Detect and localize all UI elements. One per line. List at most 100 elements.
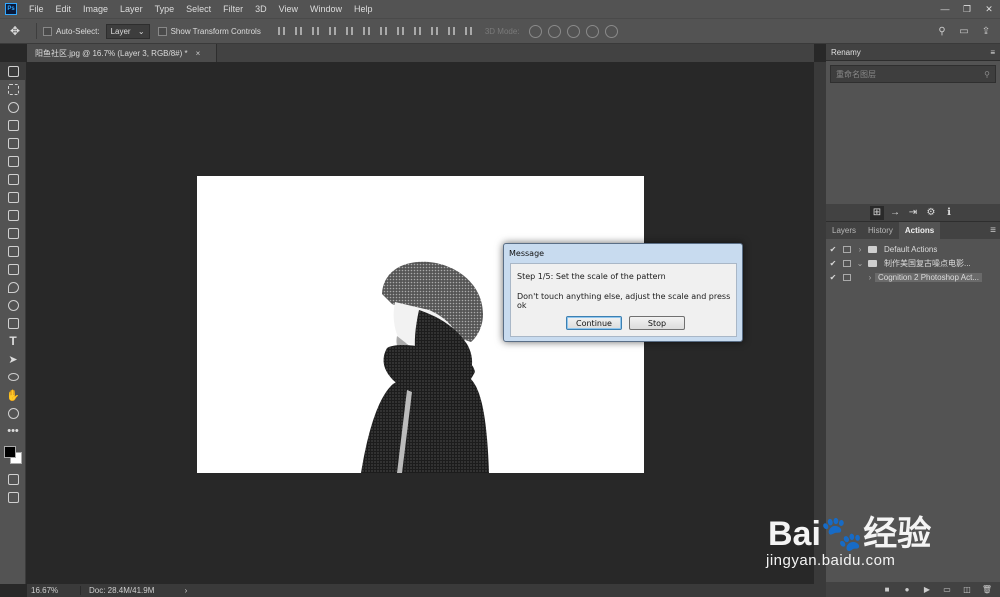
- workspace-icon[interactable]: ▭: [956, 23, 972, 39]
- tab-history[interactable]: History: [862, 222, 899, 239]
- list-item[interactable]: ✔ › Default Actions: [826, 242, 1000, 256]
- trash-icon[interactable]: 🗑: [980, 584, 994, 596]
- stop-icon[interactable]: ■: [880, 584, 894, 596]
- crop-tool[interactable]: [0, 134, 26, 152]
- align-hcenter-icon[interactable]: [345, 26, 354, 36]
- menu-layer[interactable]: Layer: [114, 0, 149, 18]
- stamp-tool[interactable]: [0, 206, 26, 224]
- menu-window[interactable]: Window: [304, 0, 348, 18]
- shape-tool[interactable]: [0, 368, 26, 386]
- align-top-icon[interactable]: [277, 26, 286, 36]
- list-item[interactable]: ✔ › Cognition 2 Photoshop Act...: [826, 270, 1000, 284]
- 3d-pan-icon[interactable]: [566, 24, 580, 38]
- magic-wand-tool[interactable]: [0, 116, 26, 134]
- menu-edit[interactable]: Edit: [50, 0, 78, 18]
- new-action-icon[interactable]: ◫: [960, 584, 974, 596]
- tab-layers[interactable]: Layers: [826, 222, 862, 239]
- 3d-roll-icon[interactable]: [547, 24, 561, 38]
- 3d-slide-icon[interactable]: [585, 24, 599, 38]
- color-swatches[interactable]: [0, 440, 26, 470]
- brush-tool[interactable]: [0, 188, 26, 206]
- minimize-button[interactable]: —: [934, 0, 956, 18]
- menu-image[interactable]: Image: [77, 0, 114, 18]
- distribute-bottom-icon[interactable]: [413, 26, 422, 36]
- foreground-color[interactable]: [4, 446, 16, 458]
- chevron-right-icon[interactable]: ›: [855, 245, 865, 254]
- panel-menu-icon[interactable]: ≡: [990, 225, 996, 236]
- align-left-icon[interactable]: [328, 26, 337, 36]
- dialog-toggle-icon[interactable]: [843, 273, 851, 281]
- gradient-tool[interactable]: [0, 260, 26, 278]
- 3d-orbit-icon[interactable]: [528, 24, 542, 38]
- dodge-tool[interactable]: [0, 296, 26, 314]
- 3d-scale-icon[interactable]: [604, 24, 618, 38]
- chevron-down-icon[interactable]: ⌄: [855, 259, 865, 268]
- search-icon[interactable]: ⚲: [934, 23, 950, 39]
- path-selection-tool[interactable]: ➤: [0, 350, 26, 368]
- search-icon[interactable]: ⚲: [984, 70, 990, 79]
- actions-panel-icon[interactable]: ⊞: [870, 205, 884, 220]
- gear-icon[interactable]: ⚙: [924, 206, 938, 220]
- type-tool[interactable]: T: [0, 332, 26, 350]
- more-tools[interactable]: •••: [0, 422, 26, 440]
- auto-select-dropdown[interactable]: Layer ⌄: [105, 23, 150, 39]
- show-transform-checkbox[interactable]: [157, 26, 167, 36]
- history-brush-tool[interactable]: [0, 224, 26, 242]
- zoom-tool[interactable]: [0, 404, 26, 422]
- menu-filter[interactable]: Filter: [217, 0, 249, 18]
- move-tool-icon[interactable]: ✥: [10, 24, 30, 38]
- zoom-level[interactable]: 16.67%: [27, 586, 81, 595]
- tab-actions[interactable]: Actions: [898, 222, 941, 239]
- menu-3d[interactable]: 3D: [249, 0, 273, 18]
- eraser-tool[interactable]: [0, 242, 26, 260]
- align-vcenter-icon[interactable]: [294, 26, 303, 36]
- menu-type[interactable]: Type: [149, 0, 181, 18]
- pen-tool[interactable]: [0, 314, 26, 332]
- panel-menu-icon[interactable]: ≡: [990, 48, 995, 57]
- record-icon[interactable]: ●: [900, 584, 914, 596]
- play-icon[interactable]: ▶: [920, 584, 934, 596]
- marquee-tool[interactable]: [0, 80, 26, 98]
- restore-button[interactable]: ❐: [956, 0, 978, 18]
- distribute-left-icon[interactable]: [430, 26, 439, 36]
- share-icon[interactable]: ⇪: [978, 23, 994, 39]
- screen-mode-tool[interactable]: [0, 488, 26, 506]
- distribute-top-icon[interactable]: [379, 26, 388, 36]
- close-tab-icon[interactable]: ×: [196, 49, 201, 58]
- menu-view[interactable]: View: [273, 0, 304, 18]
- align-bottom-icon[interactable]: [311, 26, 320, 36]
- lasso-tool[interactable]: [0, 98, 26, 116]
- stop-button[interactable]: Stop: [629, 316, 685, 330]
- menu-help[interactable]: Help: [348, 0, 379, 18]
- checkmark-icon[interactable]: ✔: [826, 259, 840, 268]
- healing-tool[interactable]: [0, 170, 26, 188]
- dialog-toggle-icon[interactable]: [843, 259, 851, 267]
- renamy-search-input[interactable]: 重命名图层 ⚲: [830, 65, 996, 83]
- export-icon[interactable]: ⇥: [906, 206, 920, 220]
- menu-file[interactable]: File: [23, 0, 50, 18]
- marquee-icon: [7, 83, 19, 95]
- distribute-right-icon[interactable]: [464, 26, 473, 36]
- dialog-toggle-icon[interactable]: [843, 245, 851, 253]
- hand-tool[interactable]: ✋: [0, 386, 26, 404]
- move-tool[interactable]: [0, 62, 26, 80]
- close-button[interactable]: ✕: [978, 0, 1000, 18]
- checkmark-icon[interactable]: ✔: [826, 245, 840, 254]
- document-tab[interactable]: 阳鱼社区.jpg @ 16.7% (Layer 3, RGB/8#) * ×: [27, 44, 217, 62]
- distribute-hcenter-icon[interactable]: [447, 26, 456, 36]
- distribute-vcenter-icon[interactable]: [396, 26, 405, 36]
- info-icon[interactable]: ℹ: [942, 206, 956, 220]
- quick-mask-tool[interactable]: [0, 470, 26, 488]
- align-right-icon[interactable]: [362, 26, 371, 36]
- continue-button[interactable]: Continue: [566, 316, 622, 330]
- blur-tool[interactable]: [0, 278, 26, 296]
- new-set-icon[interactable]: ▭: [940, 584, 954, 596]
- auto-select-checkbox[interactable]: [43, 26, 52, 36]
- arrow-right-icon[interactable]: →: [888, 206, 902, 220]
- list-item[interactable]: ✔ ⌄ 制作美国复古噪点电影...: [826, 256, 1000, 270]
- status-menu-arrow-icon[interactable]: ›: [171, 586, 201, 595]
- checkmark-icon[interactable]: ✔: [826, 273, 840, 282]
- menu-select[interactable]: Select: [180, 0, 217, 18]
- eyedropper-tool[interactable]: [0, 152, 26, 170]
- chevron-right-icon[interactable]: ›: [865, 273, 875, 282]
